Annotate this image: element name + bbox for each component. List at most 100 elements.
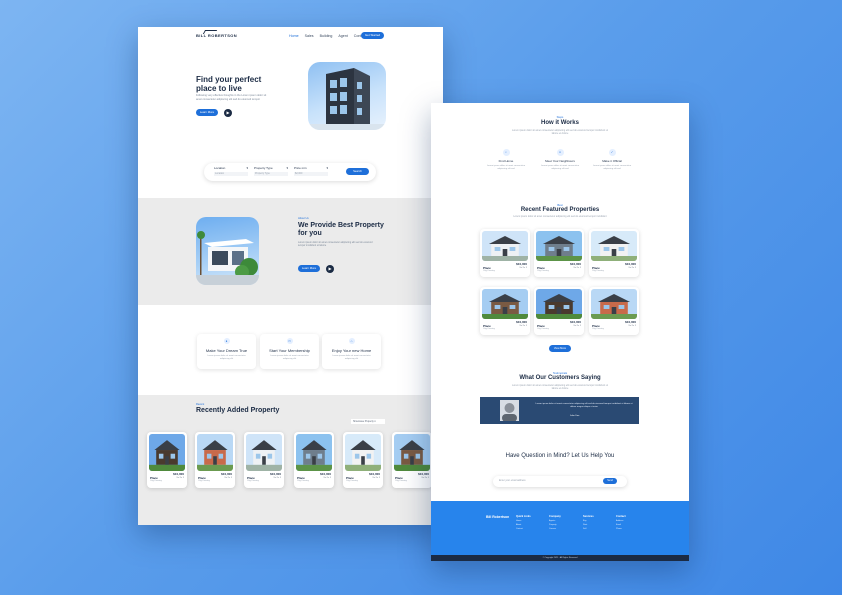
email-input[interactable]: Enter your email address — [499, 479, 526, 482]
footer-column: Contact Address Email Phone — [616, 515, 640, 530]
logo[interactable]: BILL ROBERTSON — [196, 33, 237, 38]
property-image — [394, 434, 430, 471]
feature-title: Start Your Membership — [269, 348, 310, 353]
footer-link[interactable]: Careers — [549, 528, 573, 530]
property-location: City,Country — [346, 480, 358, 482]
step-text: Lorem ipsum dolor sit amet consectetur a… — [540, 165, 580, 170]
footer-heading: Contact — [616, 515, 626, 518]
step-title: Make it Official — [602, 159, 622, 163]
footer-link[interactable]: Address — [616, 520, 640, 522]
price-label: Price min — [294, 166, 307, 170]
chevron-down-icon: ▾ — [246, 166, 248, 170]
how-kicker: Steps — [556, 116, 564, 119]
about-house-image — [196, 217, 259, 285]
search-button[interactable]: Search — [346, 168, 369, 175]
footer-link[interactable]: Sell — [583, 528, 607, 530]
hero-title: Find your perfect place to live — [196, 75, 262, 93]
footer-column: Services Buy Rent Sell — [583, 515, 607, 530]
step-make-official: ✓ Make it Official Lorem ipsum dolor sit… — [589, 149, 635, 171]
footer-link[interactable]: Property — [549, 524, 573, 526]
about-text: Lorem ipsum dolor sit amet consectetur a… — [298, 241, 373, 248]
send-button[interactable]: Send — [603, 478, 617, 484]
location-label: Location — [214, 166, 226, 170]
question-heading: Have Question in Mind? Let Us Help You — [505, 453, 615, 459]
property-price: $10,000 — [625, 262, 636, 266]
hero-text: Following very effective thoughts in the… — [196, 94, 267, 101]
property-image — [482, 289, 528, 319]
about-learn-more-button[interactable]: Learn More — [298, 265, 320, 272]
property-card[interactable]: $10,000 Place City,Country 3 ▪ 2 ▪ 1 — [480, 229, 530, 277]
footer-link[interactable]: Contact — [516, 528, 540, 530]
homepage-mockup-right: Steps How it Works Lorem ipsum dolor sit… — [431, 103, 689, 561]
footer: Bill Robertson Quick Links Home About Co… — [431, 501, 689, 561]
subscribe-form: Enter your email address Send — [493, 476, 627, 487]
footer-link[interactable]: Buy — [583, 520, 607, 522]
property-meta: 3 ▪ 2 ▪ 1 — [176, 477, 184, 479]
property-card[interactable]: $10,000 Place City,Country 3 ▪ 2 ▪ 1 — [534, 229, 584, 277]
about-title: We Provide Best Property for you — [298, 222, 384, 237]
footer-link[interactable]: Home — [516, 520, 540, 522]
property-price: $10,000 — [625, 320, 636, 324]
property-card[interactable]: $10,000 Place City,Country 3 ▪ 2 ▪ 1 — [147, 432, 187, 488]
people-icon: ☺ — [556, 149, 564, 156]
testimonial-quote: Lorem ipsum dolor sit amet consectetur a… — [535, 403, 633, 409]
footer-link[interactable]: Email — [616, 524, 640, 526]
footer-column: Company Agents Property Careers — [549, 515, 573, 530]
property-card[interactable]: $10,000 Place City,Country 3 ▪ 2 ▪ 1 — [392, 432, 432, 488]
property-card[interactable]: $10,000 Place City,Country 3 ▪ 2 ▪ 1 — [294, 432, 334, 488]
property-price: $10,000 — [418, 472, 429, 476]
location-field[interactable]: Location ▾ Location — [214, 166, 248, 176]
nav-agent[interactable]: Agent — [338, 34, 347, 38]
nav-building[interactable]: Building — [320, 34, 333, 38]
view-more-button[interactable]: View More — [549, 345, 571, 352]
property-card[interactable]: $10,000 Place City,Country 3 ▪ 2 ▪ 1 — [343, 432, 383, 488]
property-card[interactable]: $10,000 Place City,Country 3 ▪ 2 ▪ 1 — [534, 287, 584, 335]
nav-sales[interactable]: Sales — [305, 34, 314, 38]
person-icon: ● — [223, 338, 230, 344]
footer-link[interactable]: Phone — [616, 528, 640, 530]
property-card[interactable]: $10,000 Place City,Country 3 ▪ 2 ▪ 1 — [589, 229, 639, 277]
step-find-home: ⌕ Find Home Lorem ipsum dolor sit amet c… — [483, 149, 529, 171]
property-location: City,Country — [592, 270, 604, 272]
property-price: $10,000 — [270, 472, 281, 476]
footer-link[interactable]: About — [516, 524, 540, 526]
footer-brand: Bill Robertson — [486, 515, 510, 519]
showcase-select[interactable]: Showcase Property ▾ — [351, 419, 385, 424]
property-location: City,Country — [483, 270, 495, 272]
property-price: $10,000 — [516, 262, 527, 266]
get-started-button[interactable]: Get Started — [361, 32, 384, 39]
footer-heading: Quick Links — [516, 515, 531, 518]
footer-heading: Services — [583, 515, 594, 518]
hero-learn-more-button[interactable]: Learn More — [196, 109, 218, 116]
property-image — [149, 434, 185, 471]
play-icon[interactable]: ▶ — [224, 108, 232, 117]
property-location: City,Country — [592, 328, 604, 330]
property-price: $10,000 — [173, 472, 184, 476]
step-meet-neighbours: ☺ Meet Your Neighbours Lorem ipsum dolor… — [537, 149, 583, 171]
property-meta: 3 ▪ 2 ▪ 1 — [628, 325, 636, 327]
property-card[interactable]: $10,000 Place City,Country 3 ▪ 2 ▪ 1 — [480, 287, 530, 335]
property-type-field[interactable]: Property Type ▾ Property Type — [254, 166, 288, 176]
footer-link[interactable]: Rent — [583, 524, 607, 526]
footer-link[interactable]: Agents — [549, 520, 573, 522]
footer-heading: Company — [549, 515, 561, 518]
property-location: City,Country — [537, 328, 549, 330]
property-location: City,Country — [150, 480, 162, 482]
property-image — [345, 434, 381, 471]
testimonials-text: Lorem ipsum dolor sit amet consectetur a… — [512, 384, 608, 391]
property-card[interactable]: $10,000 Place City,Country 3 ▪ 2 ▪ 1 — [244, 432, 284, 488]
property-price: $10,000 — [570, 320, 581, 324]
property-card[interactable]: $10,000 Place City,Country 3 ▪ 2 ▪ 1 — [195, 432, 235, 488]
step-title: Find Home — [498, 159, 514, 163]
property-image — [536, 289, 582, 319]
how-title: How it Works — [541, 120, 579, 126]
property-location: City,Country — [247, 480, 259, 482]
play-icon[interactable]: ▶ — [326, 264, 334, 273]
feature-text: Lorem ipsum dolor sit amet consectetur a… — [270, 355, 309, 360]
property-image — [591, 289, 637, 319]
price-field[interactable]: Price min ▾ $2,000 — [294, 166, 328, 176]
hero-building-image — [308, 62, 386, 130]
nav-home[interactable]: Home — [289, 34, 299, 38]
property-card[interactable]: $10,000 Place City,Country 3 ▪ 2 ▪ 1 — [589, 287, 639, 335]
location-value: Location — [214, 172, 248, 176]
